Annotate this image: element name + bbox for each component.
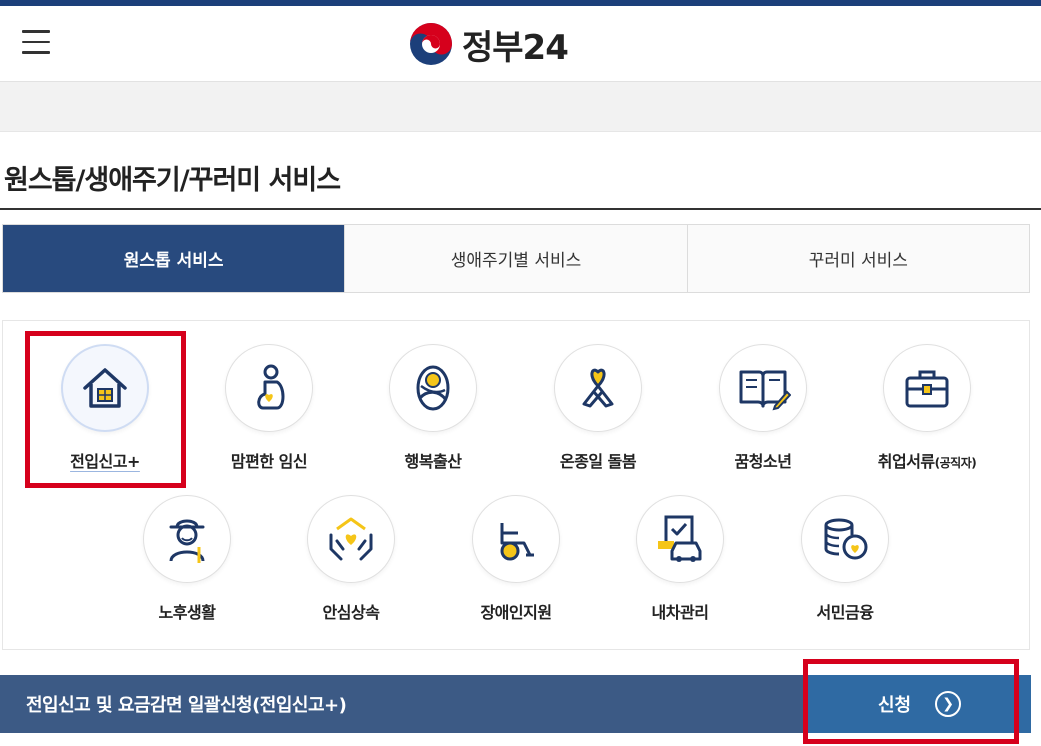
service-disability-support[interactable]: 장애인지원	[436, 495, 596, 623]
logo-text: 정부24	[462, 27, 569, 68]
service-label: 내차관리	[651, 603, 709, 622]
service-label: 전입신고+	[70, 452, 140, 471]
hands-heart-icon	[329, 517, 373, 561]
tab-onestop[interactable]: 원스톱 서비스	[3, 225, 346, 292]
service-childbirth[interactable]: 행복출산	[353, 344, 513, 472]
service-icon-circle	[801, 495, 889, 583]
service-icon-circle	[636, 495, 724, 583]
service-label: 맘편한 임신	[230, 452, 308, 471]
pregnant-woman-icon	[257, 364, 285, 410]
apply-button[interactable]: 신청 ❯	[808, 675, 1031, 733]
tab-package[interactable]: 꾸러미 서비스	[687, 225, 1029, 292]
service-youth[interactable]: 꿈청소년	[683, 344, 843, 472]
taegeuk-logo-icon	[410, 23, 452, 65]
gray-band	[0, 82, 1041, 132]
site-header: 정부24	[0, 6, 1041, 82]
ribbon-heart-icon	[582, 368, 614, 408]
service-label: 장애인지원	[480, 603, 552, 622]
apply-button-label: 신청	[877, 695, 912, 716]
service-icon-circle	[472, 495, 560, 583]
service-pregnancy[interactable]: 맘편한 임신	[189, 344, 349, 472]
service-icon-circle	[225, 344, 313, 432]
briefcase-icon	[905, 370, 949, 408]
service-public-finance[interactable]: 서민금융	[765, 495, 925, 623]
service-label: 서민금융	[816, 603, 874, 622]
service-label: 꿈청소년	[734, 452, 792, 471]
service-icon-circle	[143, 495, 231, 583]
site-logo[interactable]: 정부24	[408, 20, 569, 68]
title-divider	[0, 208, 1041, 210]
apply-description: 전입신고 및 요금감면 일괄신청(전입신고+)	[26, 695, 347, 716]
page-title: 원스톱/생애주기/꾸러미 서비스	[4, 165, 341, 196]
chevron-right-circle-icon: ❯	[935, 691, 962, 717]
service-icon-circle	[307, 495, 395, 583]
service-move-in-report[interactable]: 전입신고+	[25, 344, 185, 472]
service-tabs: 원스톱 서비스 생애주기별 서비스 꾸러미 서비스	[2, 224, 1030, 293]
service-icon-circle	[719, 344, 807, 432]
service-label: 안심상속	[322, 603, 380, 622]
service-icon-circle	[554, 344, 642, 432]
service-label: 온종일 돌봄	[559, 452, 637, 471]
service-icon-circle	[61, 344, 149, 432]
service-inheritance[interactable]: 안심상속	[271, 495, 431, 623]
book-pen-icon	[739, 370, 791, 411]
wheelchair-icon	[500, 523, 534, 561]
elderly-man-icon	[169, 519, 205, 563]
service-label: 취업서류(공직자)	[877, 452, 977, 471]
service-daycare[interactable]: 온종일 돌봄	[518, 344, 678, 472]
service-label: 노후생활	[158, 603, 216, 622]
apply-bar: 전입신고 및 요금감면 일괄신청(전입신고+) 신청 ❯	[0, 675, 1031, 733]
coins-icon	[824, 518, 868, 560]
house-icon	[83, 368, 127, 408]
tab-lifecycle[interactable]: 생애주기별 서비스	[345, 225, 688, 292]
service-retirement[interactable]: 노후생활	[107, 495, 267, 623]
service-icon-circle	[389, 344, 477, 432]
service-employment-docs[interactable]: 취업서류(공직자)	[847, 344, 1007, 472]
service-my-car[interactable]: 내차관리	[600, 495, 760, 623]
baby-icon	[416, 365, 450, 411]
car-document-icon	[658, 515, 702, 562]
hamburger-icon[interactable]	[22, 30, 50, 56]
service-icon-circle	[883, 344, 971, 432]
service-label: 행복출산	[404, 452, 462, 471]
